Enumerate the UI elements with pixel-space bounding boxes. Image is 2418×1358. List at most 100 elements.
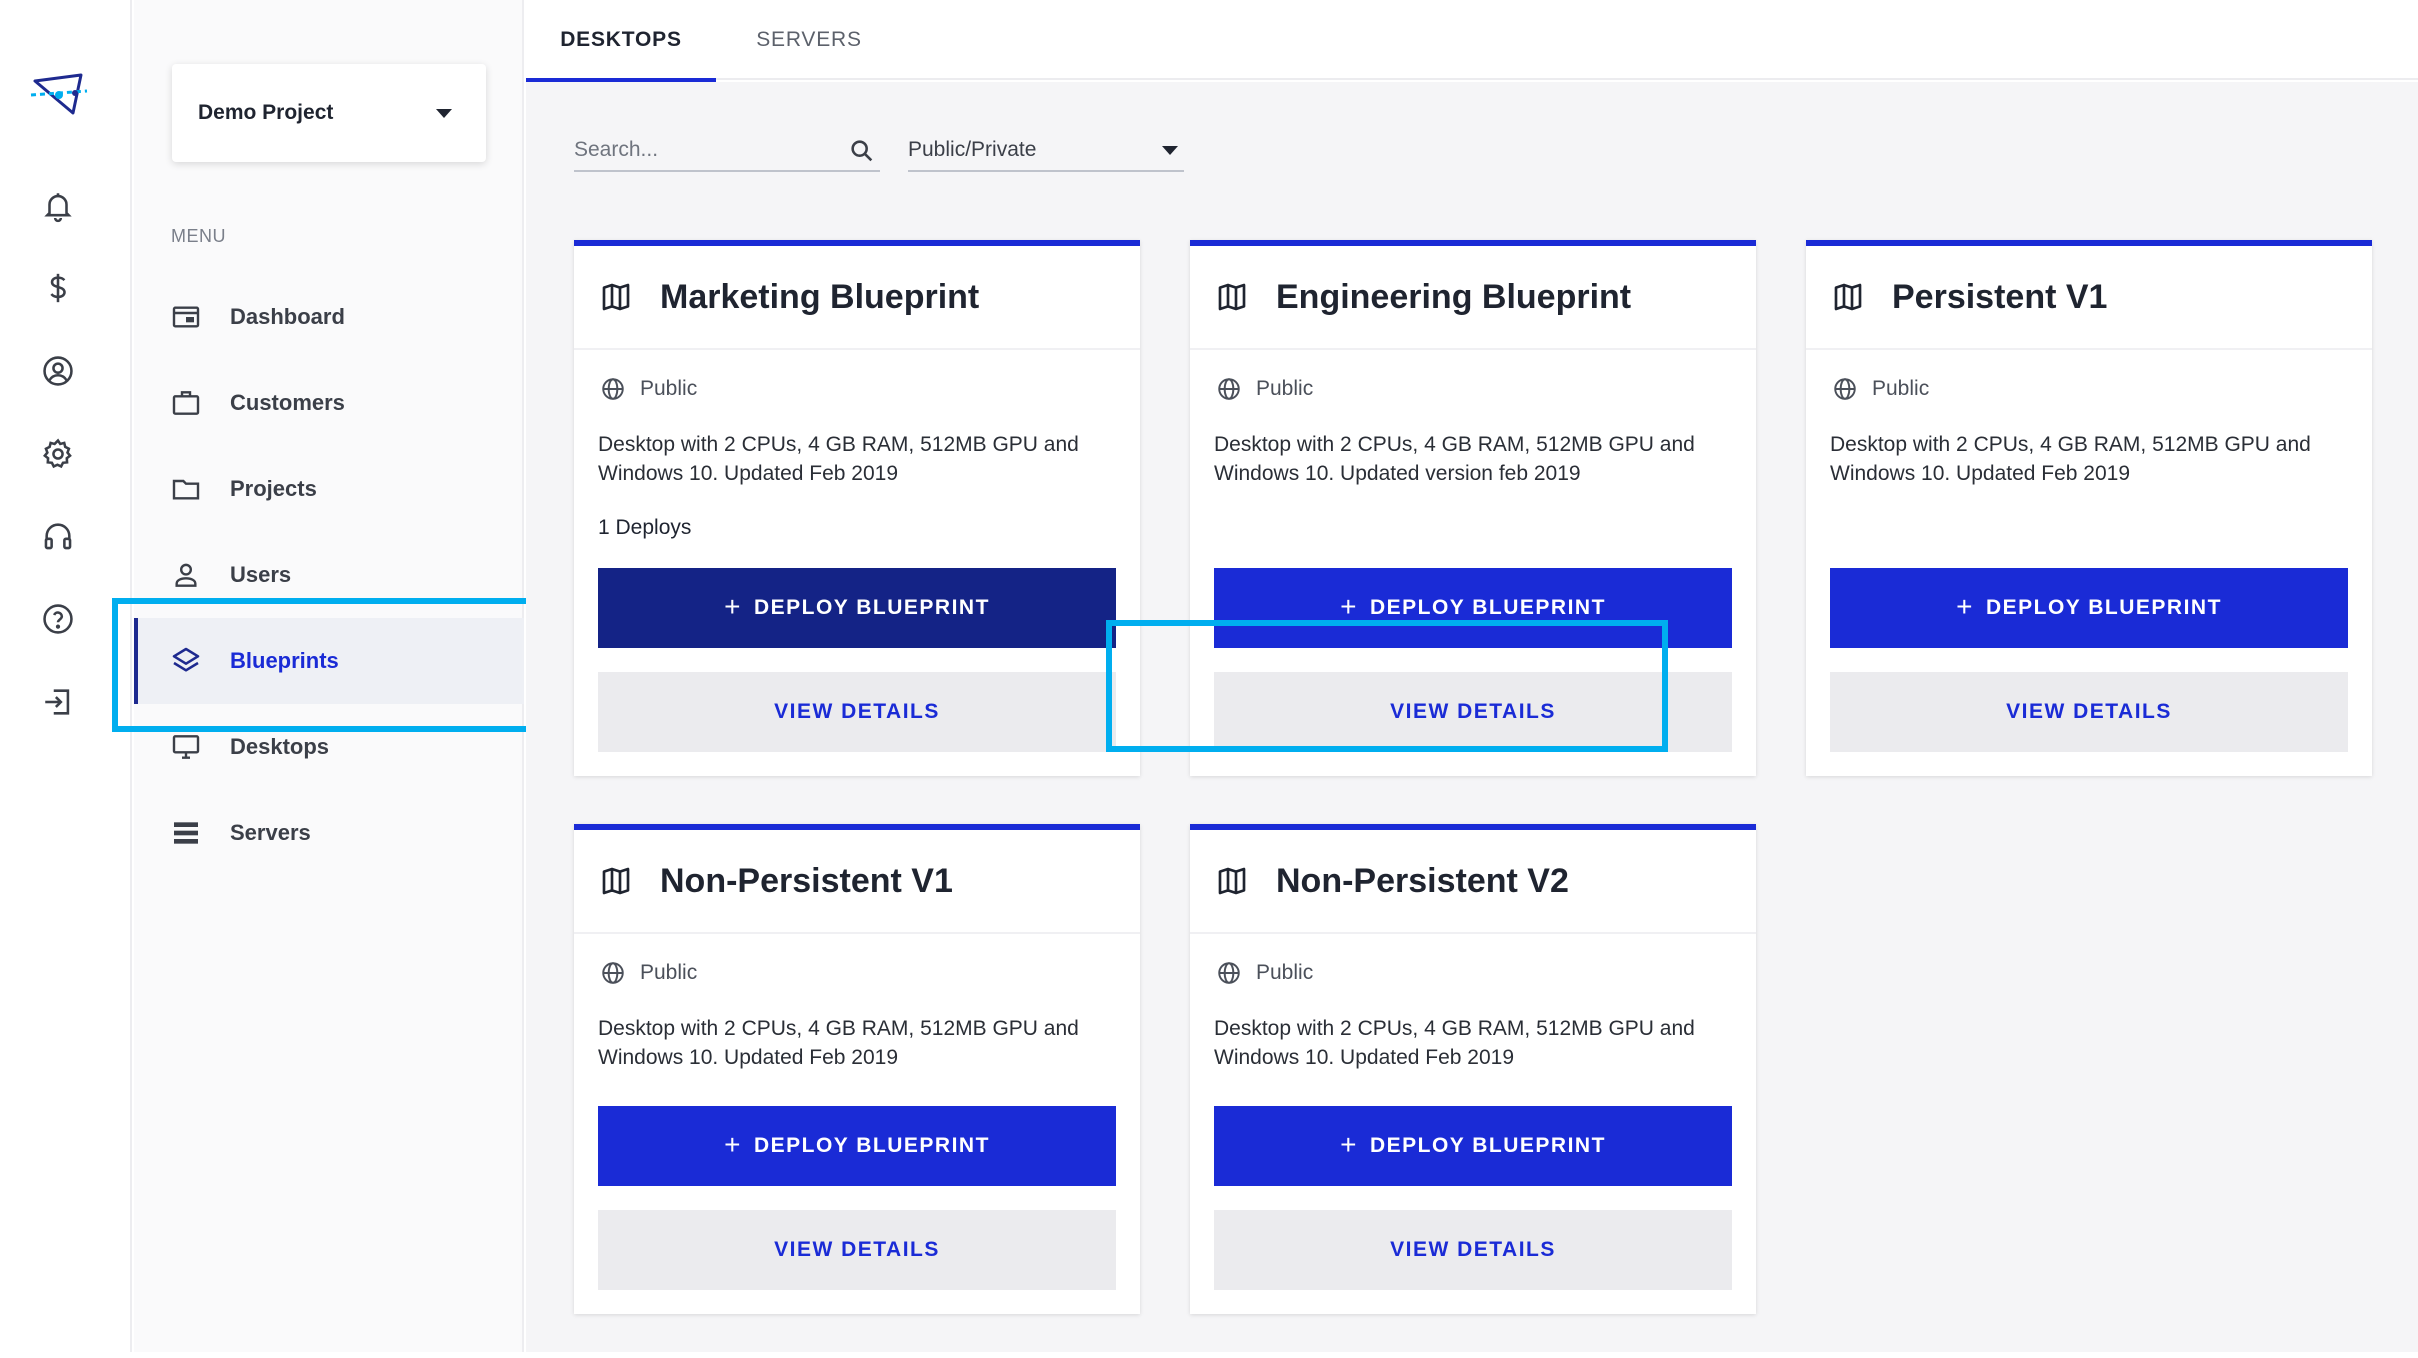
sidebar-item-servers[interactable]: Servers	[134, 790, 524, 876]
menu-caption: MENU	[171, 226, 226, 246]
deploy-button-label: DEPLOY BLUEPRINT	[753, 1134, 990, 1157]
folder-icon	[170, 473, 202, 505]
sidebar-item-projects[interactable]: Projects	[134, 446, 524, 532]
blueprint-card: Non-Persistent V1 Public Desktop with 2 …	[574, 824, 1140, 1314]
deploy-blueprint-button[interactable]: + DEPLOY BLUEPRINT	[1214, 568, 1732, 648]
visibility-label: Public	[600, 960, 697, 986]
view-details-button[interactable]: VIEW DETAILS	[598, 1210, 1116, 1290]
main-content: Public/Private Marketing Blueprint Publi…	[526, 82, 2418, 1352]
visibility-label: Public	[600, 376, 697, 402]
app-logo-icon[interactable]	[24, 66, 96, 126]
sidebar-item-dashboard[interactable]: Dashboard	[134, 274, 524, 360]
sidebar-item-blueprints[interactable]: Blueprints	[134, 618, 524, 704]
visibility-filter-select[interactable]: Public/Private	[908, 130, 1184, 172]
project-selector-value: Demo Project	[198, 101, 334, 124]
blueprint-card: Non-Persistent V2 Public Desktop with 2 …	[1190, 824, 1756, 1314]
view-details-button[interactable]: VIEW DETAILS	[598, 672, 1116, 752]
sidebar-item-label: Projects	[230, 476, 317, 501]
card-title: Marketing Blueprint	[660, 277, 980, 316]
bell-icon[interactable]	[30, 178, 86, 234]
side-menu: Demo Project MENU Dashboard Customers Pr…	[134, 0, 524, 1352]
map-icon	[602, 283, 630, 311]
tab-servers[interactable]: SERVERS	[716, 0, 902, 80]
card-header: Persistent V1	[1806, 246, 2372, 350]
globe-icon	[1834, 378, 1856, 400]
card-description: Desktop with 2 CPUs, 4 GB RAM, 512MB GPU…	[598, 433, 1079, 485]
plus-icon: +	[1956, 591, 1974, 622]
visibility-label: Public	[1216, 960, 1313, 986]
sidebar-item-desktops[interactable]: Desktops	[134, 704, 524, 790]
card-header: Non-Persistent V2	[1190, 830, 1756, 934]
dollar-icon[interactable]	[30, 260, 86, 316]
view-details-button[interactable]: VIEW DETAILS	[1830, 672, 2348, 752]
visibility-text: Public	[640, 961, 698, 984]
sidebar-item-label: Users	[230, 562, 292, 587]
card-header: Non-Persistent V1	[574, 830, 1140, 934]
dashboard-icon	[170, 301, 202, 333]
card-description: Desktop with 2 CPUs, 4 GB RAM, 512MB GPU…	[1214, 1017, 1695, 1069]
server-list-icon	[170, 817, 202, 849]
logout-icon[interactable]	[30, 674, 86, 730]
plus-icon: +	[1340, 1129, 1358, 1160]
icon-rail	[0, 0, 132, 1352]
deploy-button-label: DEPLOY BLUEPRINT	[1369, 596, 1606, 619]
sidebar-item-label: Blueprints	[230, 648, 339, 673]
blueprint-card: Marketing Blueprint Public Desktop with …	[574, 240, 1140, 776]
chevron-down-icon	[1162, 145, 1178, 155]
deploy-count: 1 Deploys	[598, 516, 692, 539]
card-title: Persistent V1	[1892, 277, 2108, 316]
map-icon	[1834, 283, 1862, 311]
layers-icon	[170, 645, 202, 677]
map-icon	[602, 867, 630, 895]
sidebar-item-label: Customers	[230, 390, 345, 415]
visibility-text: Public	[1256, 377, 1314, 400]
user-circle-icon[interactable]	[30, 343, 86, 399]
deploy-button-label: DEPLOY BLUEPRINT	[753, 596, 990, 619]
globe-icon	[602, 378, 624, 400]
deploy-blueprint-button[interactable]: + DEPLOY BLUEPRINT	[1830, 568, 2348, 648]
visibility-filter-value: Public/Private	[908, 138, 1037, 161]
sidebar-item-label: Servers	[230, 820, 311, 845]
top-tab-bar: DESKTOPS SERVERS	[526, 0, 2418, 82]
visibility-label: Public	[1216, 376, 1313, 402]
globe-icon	[1218, 378, 1240, 400]
view-details-button[interactable]: VIEW DETAILS	[1214, 672, 1732, 752]
globe-icon	[602, 962, 624, 984]
card-header: Engineering Blueprint	[1190, 246, 1756, 350]
gear-icon[interactable]	[30, 426, 86, 482]
sidebar-item-customers[interactable]: Customers	[134, 360, 524, 446]
card-description: Desktop with 2 CPUs, 4 GB RAM, 512MB GPU…	[1830, 433, 2311, 485]
sidebar-item-label: Desktops	[230, 734, 330, 759]
deploy-blueprint-button[interactable]: + DEPLOY BLUEPRINT	[1214, 1106, 1732, 1186]
headset-icon[interactable]	[30, 508, 86, 564]
plus-icon: +	[724, 591, 742, 622]
help-circle-icon[interactable]	[30, 591, 86, 647]
map-icon	[1218, 283, 1246, 311]
deploy-blueprint-button[interactable]: + DEPLOY BLUEPRINT	[598, 1106, 1116, 1186]
sidebar-item-label: Dashboard	[230, 304, 345, 329]
sidebar-item-users[interactable]: Users	[134, 532, 524, 618]
visibility-label: Public	[1832, 376, 1929, 402]
search-input[interactable]	[574, 138, 834, 162]
project-selector[interactable]: Demo Project	[172, 64, 486, 162]
search-box	[574, 130, 880, 172]
card-title: Engineering Blueprint	[1276, 277, 1632, 316]
monitor-icon	[170, 731, 202, 763]
deploy-blueprint-button[interactable]: + DEPLOY BLUEPRINT	[598, 568, 1116, 648]
tab-desktops[interactable]: DESKTOPS	[526, 0, 716, 82]
visibility-text: Public	[1872, 377, 1930, 400]
search-icon[interactable]	[848, 137, 876, 165]
card-description: Desktop with 2 CPUs, 4 GB RAM, 512MB GPU…	[1214, 433, 1695, 485]
card-title: Non-Persistent V1	[660, 861, 953, 900]
chevron-down-icon	[436, 108, 452, 118]
view-details-button[interactable]: VIEW DETAILS	[1214, 1210, 1732, 1290]
globe-icon	[1218, 962, 1240, 984]
visibility-text: Public	[640, 377, 698, 400]
card-description: Desktop with 2 CPUs, 4 GB RAM, 512MB GPU…	[598, 1017, 1079, 1069]
deploy-button-label: DEPLOY BLUEPRINT	[1985, 596, 2222, 619]
card-title: Non-Persistent V2	[1276, 861, 1569, 900]
plus-icon: +	[724, 1129, 742, 1160]
map-icon	[1218, 867, 1246, 895]
plus-icon: +	[1340, 591, 1358, 622]
blueprint-card: Persistent V1 Public Desktop with 2 CPUs…	[1806, 240, 2372, 776]
